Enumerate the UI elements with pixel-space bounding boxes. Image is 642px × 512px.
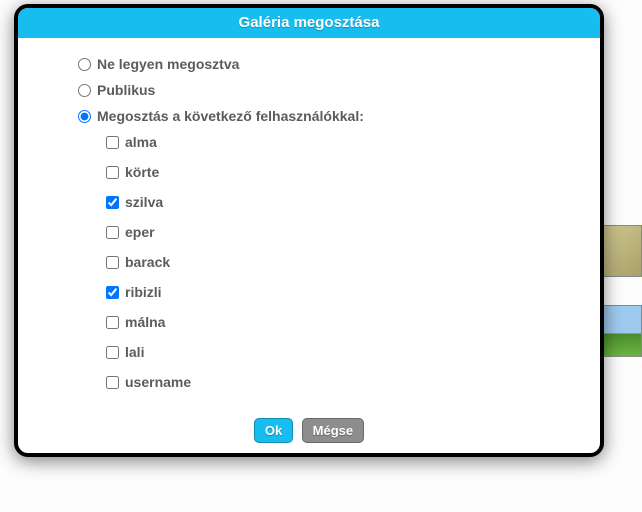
user-row[interactable]: körte [106,164,564,180]
user-checkbox[interactable] [106,166,119,179]
cancel-button[interactable]: Mégse [302,418,364,443]
user-list: alma körte szilva eper barack ribizli [106,134,564,390]
user-checkbox[interactable] [106,256,119,269]
user-checkbox[interactable] [106,136,119,149]
user-checkbox[interactable] [106,316,119,329]
dialog-body: Ne legyen megosztva Publikus Megosztás a… [18,38,600,414]
share-option-public[interactable]: Publikus [78,82,564,98]
share-option-users-radio[interactable] [78,110,91,123]
user-row[interactable]: alma [106,134,564,150]
user-label: körte [125,164,159,180]
share-option-public-radio[interactable] [78,84,91,97]
user-label: eper [125,224,155,240]
user-label: málna [125,314,165,330]
user-checkbox[interactable] [106,226,119,239]
user-row[interactable]: eper [106,224,564,240]
user-label: szilva [125,194,163,210]
user-label: alma [125,134,157,150]
share-option-none[interactable]: Ne legyen megosztva [78,56,564,72]
share-option-none-label: Ne legyen megosztva [97,56,239,72]
user-row[interactable]: username [106,374,564,390]
user-checkbox[interactable] [106,286,119,299]
dialog-title: Galéria megosztása [18,8,600,38]
user-checkbox[interactable] [106,376,119,389]
share-option-users[interactable]: Megosztás a következő felhasználókkal: [78,108,564,124]
user-row[interactable]: barack [106,254,564,270]
user-row[interactable]: málna [106,314,564,330]
user-row[interactable]: szilva [106,194,564,210]
user-row[interactable]: ribizli [106,284,564,300]
user-row[interactable]: lali [106,344,564,360]
ok-button[interactable]: Ok [254,418,293,443]
share-option-none-radio[interactable] [78,58,91,71]
share-option-users-label: Megosztás a következő felhasználókkal: [97,108,364,124]
user-label: lali [125,344,144,360]
user-label: username [125,374,191,390]
user-checkbox[interactable] [106,196,119,209]
user-label: barack [125,254,170,270]
share-gallery-dialog: Galéria megosztása Ne legyen megosztva P… [14,4,604,457]
user-label: ribizli [125,284,162,300]
user-checkbox[interactable] [106,346,119,359]
share-option-public-label: Publikus [97,82,155,98]
dialog-footer: Ok Mégse [18,414,600,453]
